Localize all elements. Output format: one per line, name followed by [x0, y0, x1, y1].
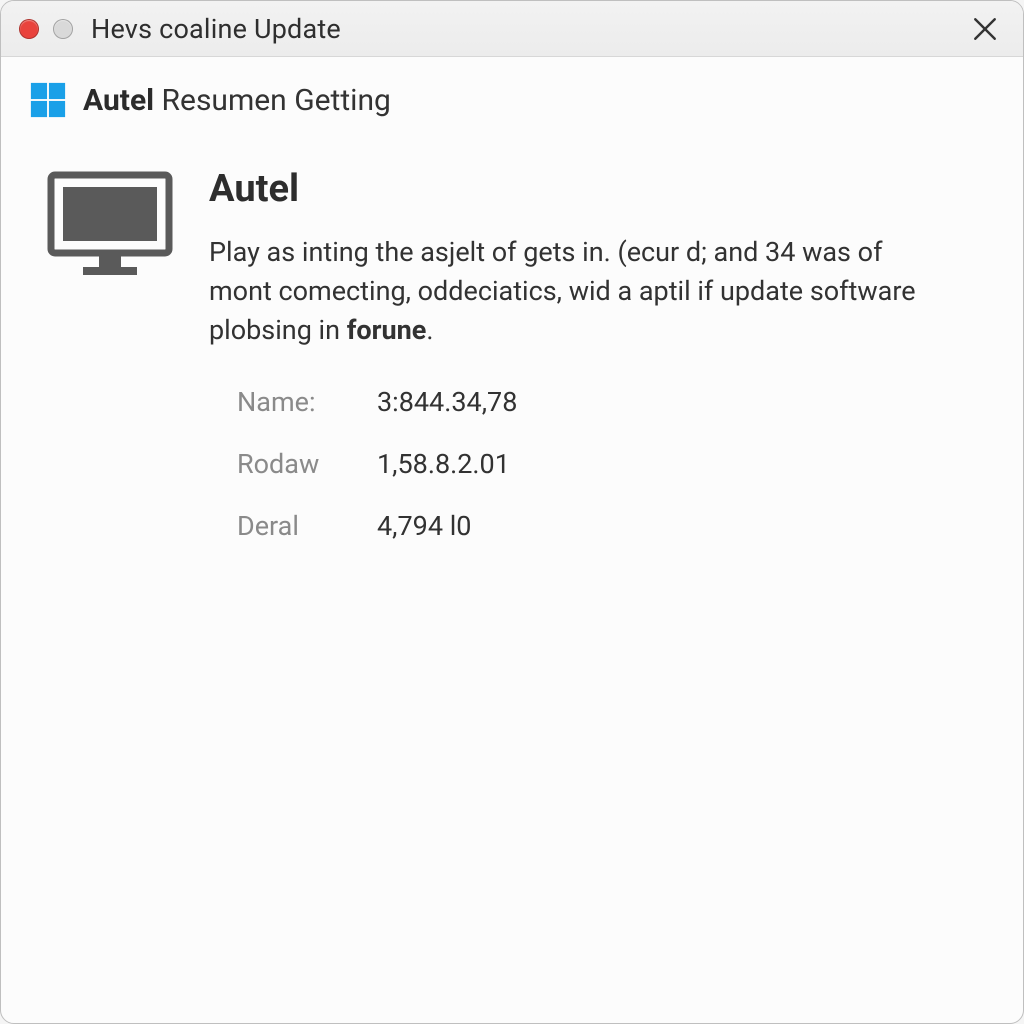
monitor-icon: [45, 167, 175, 542]
row-value: 4,794 l0: [377, 510, 983, 542]
row-value: 1,58.8.2.01: [377, 448, 983, 480]
traffic-lights: [19, 19, 73, 39]
windows-logo-icon: [29, 81, 67, 119]
traffic-disabled-button: [53, 19, 73, 39]
row-label: Deral: [237, 510, 357, 542]
subheader-text: Autel Resumen Getting: [83, 83, 391, 118]
row-value: 3:844.34,78: [377, 386, 983, 418]
close-icon: [972, 16, 998, 42]
row-label: Rodaw: [237, 448, 357, 480]
desc-pre: Play as inting the asjelt of gets in. (e…: [209, 236, 916, 346]
details-description: Play as inting the asjelt of gets in. (e…: [209, 233, 929, 350]
row-label: Name:: [237, 386, 357, 418]
info-table: Name: 3:844.34,78 Rodaw 1,58.8.2.01 Dera…: [209, 386, 983, 542]
close-button[interactable]: [967, 11, 1003, 47]
details-heading: Autel: [209, 167, 983, 211]
desc-post: .: [426, 314, 433, 346]
subheader-rest: Resumen Getting: [162, 83, 391, 118]
subheader: Autel Resumen Getting: [1, 57, 1023, 127]
content: Autel Play as inting the asjelt of gets …: [1, 127, 1023, 542]
subheader-bold: Autel: [83, 83, 154, 118]
update-window: Hevs coaline Update Autel Resumen Gettin…: [0, 0, 1024, 1024]
traffic-close-button[interactable]: [19, 19, 39, 39]
titlebar: Hevs coaline Update: [1, 1, 1023, 57]
details-pane: Autel Play as inting the asjelt of gets …: [209, 167, 983, 542]
window-title: Hevs coaline Update: [91, 13, 341, 45]
desc-bold: forune: [347, 314, 427, 346]
